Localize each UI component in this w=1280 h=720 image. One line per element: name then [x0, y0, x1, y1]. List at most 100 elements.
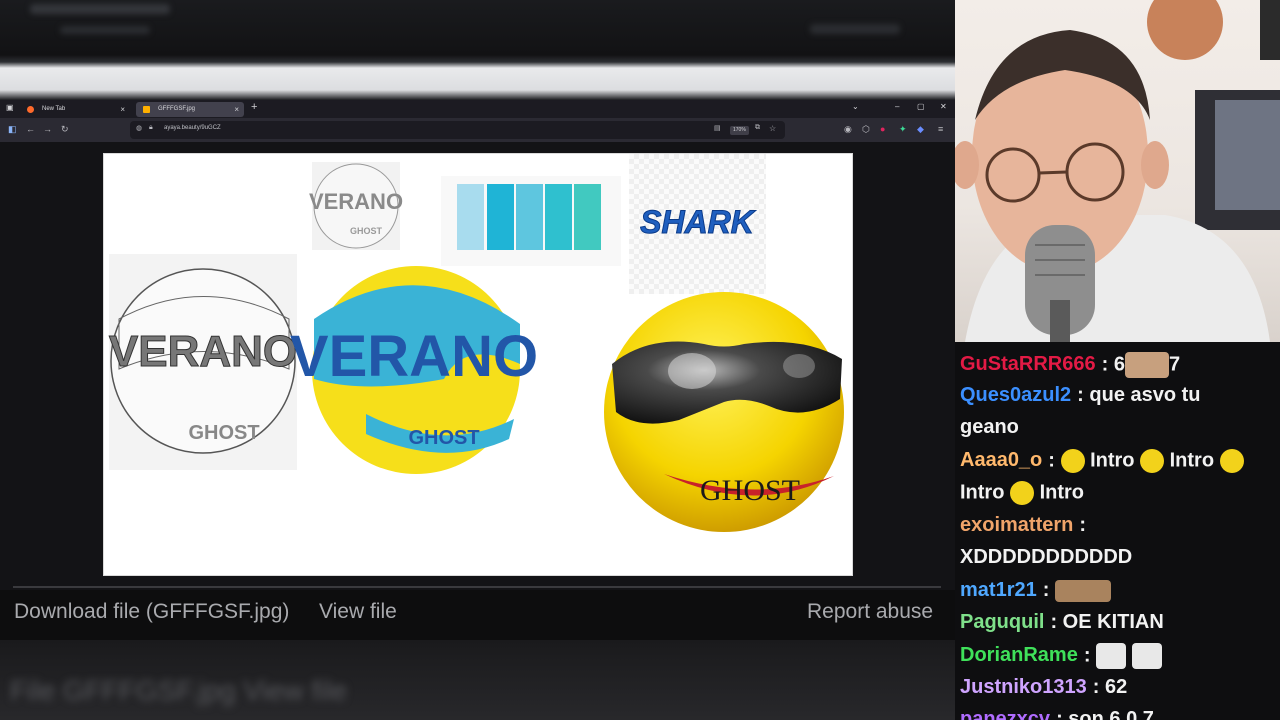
maximize-icon[interactable]: ▢ [917, 102, 925, 111]
stream-chat: GuStaRRR666: 67 Ques0azul2: que asvo tu … [955, 342, 1280, 720]
ball-ghost-text: GHOST [700, 474, 800, 507]
blurred-footer-text: File GFFFGSF.jpg View file [10, 675, 348, 706]
cool-emoji-icon [1140, 449, 1165, 473]
color-palette [441, 176, 621, 266]
tab-bar: ▣ New Tab × GFFFGSF.jpg × + ⌄ – ▢ ✕ [0, 100, 955, 118]
tab-new-tab[interactable]: New Tab × [20, 102, 130, 117]
report-abuse-link[interactable]: Report abuse [807, 600, 933, 624]
cat-emote-icon [1124, 352, 1169, 378]
chat-text: Intro [1169, 449, 1215, 472]
chat-message-continued: Intro Intro [960, 481, 1084, 505]
chat-message-continued: geano [960, 416, 1019, 439]
chat-username[interactable]: mat1r21 [960, 579, 1037, 601]
view-file-link[interactable]: View file [319, 600, 397, 624]
ball-ghost-text: GHOST [408, 427, 479, 449]
sketch-verano-text: VERANO [109, 327, 297, 376]
minimize-icon[interactable]: – [895, 102, 899, 111]
zoom-level[interactable]: 170% [730, 126, 749, 135]
chat-text: Intro [960, 481, 1005, 504]
chat-username[interactable]: exoimattern [960, 514, 1073, 536]
chat-text: OE KITIAN [1062, 611, 1164, 633]
chat-message-continued: XDDDDDDDDDDD [960, 546, 1132, 569]
chevron-down-icon[interactable]: ⌄ [852, 102, 859, 111]
tab-list-icon[interactable]: ▣ [6, 103, 14, 112]
tab-label: New Tab [42, 106, 66, 112]
verano-ball: VERANO GHOST [290, 266, 538, 474]
chat-username[interactable]: Paguquil [960, 611, 1044, 633]
back-icon[interactable]: ← [26, 124, 35, 134]
reload-icon[interactable]: ↻ [61, 124, 69, 135]
displayed-image[interactable]: VERANO GHOST SHARK VERANO GHOST VERANO G… [103, 153, 853, 576]
sketch-verano-text: VERANO [309, 189, 403, 214]
firefox-icon [27, 106, 34, 113]
chat-text: 6 [1113, 353, 1125, 376]
tab-image[interactable]: GFFFGSF.jpg × [136, 102, 244, 117]
new-tab-icon[interactable]: + [251, 101, 257, 113]
recording-icon[interactable]: ● [880, 124, 885, 134]
sketch-ghost-text: GHOST [188, 422, 259, 444]
chat-message: mat1r21: [960, 579, 1111, 602]
account-icon[interactable]: ◉ [844, 124, 852, 135]
streamer-video [955, 0, 1280, 342]
chat-message: Paguquil: OE KITIAN [960, 611, 1164, 633]
chat-message: DorianRame: [960, 643, 1162, 669]
chat-message: Aaaa0_o: Intro Intro [960, 449, 1244, 473]
chat-text: 7 [1168, 353, 1181, 376]
chat-username[interactable]: Ques0azul2 [960, 384, 1071, 406]
meme-emote-icon [1131, 643, 1162, 669]
shark-text: SHARK [640, 204, 757, 240]
address-bar[interactable]: ◍ 🔒︎ ayaya.beauty/9uGCZ ▤ 170% ⧉ ☆ [130, 121, 785, 139]
monkeys-emote-icon [1054, 579, 1111, 602]
blurred-text [810, 24, 900, 34]
chat-text: 62 [1104, 676, 1128, 698]
chat-username[interactable]: DorianRame [960, 644, 1078, 666]
image-icon [143, 106, 150, 113]
chat-username[interactable]: panezxcv [960, 708, 1050, 720]
shield-icon: ◍ [136, 125, 143, 132]
url-text: ayaya.beauty/9uGCZ [164, 125, 221, 131]
extensions-icon[interactable]: ⬡ [862, 124, 870, 135]
cool-emoji-icon [1010, 481, 1034, 505]
small-sketch: VERANO GHOST [309, 162, 403, 250]
page-icon[interactable]: ▤ [714, 124, 721, 132]
screen: ▣ New Tab × GFFFGSF.jpg × + ⌄ – ▢ ✕ ◧ ← … [0, 0, 1280, 720]
extension-icon[interactable]: ✦ [899, 124, 907, 135]
chat-username[interactable]: GuStaRRR666 [960, 353, 1096, 375]
chat-message: exoimattern: [960, 514, 1087, 536]
ball-verano-text: VERANO [290, 324, 538, 389]
chat-username[interactable]: Aaaa0_o [960, 449, 1042, 471]
chat-username[interactable]: Justniko1313 [960, 676, 1087, 698]
blurred-text [60, 26, 150, 34]
close-tab-icon[interactable]: × [234, 102, 239, 117]
sidebar-icon[interactable]: ◧ [8, 124, 17, 135]
window-close-icon[interactable]: ✕ [940, 102, 947, 111]
chat-text: Intro [1090, 449, 1135, 472]
bookmark-star-icon[interactable]: ☆ [769, 124, 776, 133]
translate-icon[interactable]: ⧉ [755, 124, 760, 132]
image-collage: VERANO GHOST SHARK VERANO GHOST VERANO G… [108, 154, 844, 532]
download-file-link[interactable]: Download file (GFFFGSF.jpg) [14, 600, 289, 624]
divider [13, 586, 941, 588]
webcam-feed [955, 0, 1280, 342]
chat-text: Intro [1039, 481, 1084, 504]
chat-message: GuStaRRR666: 67 [960, 352, 1180, 378]
menu-icon[interactable]: ≡ [938, 124, 943, 134]
sketch-ghost-text: GHOST [350, 226, 383, 236]
ghost-sunglasses-ball: GHOST [604, 292, 844, 532]
navigation-bar: ◧ ← → ↻ ◍ 🔒︎ ayaya.beauty/9uGCZ ▤ 170% ⧉… [0, 118, 955, 142]
blurred-text [30, 4, 170, 14]
chat-message: Ques0azul2: que asvo tu [960, 384, 1201, 406]
lock-icon: 🔒︎ [149, 124, 153, 131]
cool-emoji-icon [1060, 449, 1085, 473]
forward-icon[interactable]: → [43, 124, 52, 134]
extension-icon[interactable]: ◆ [917, 124, 924, 135]
pencil-sketch: VERANO GHOST [108, 254, 298, 470]
tab-label: GFFFGSF.jpg [158, 106, 196, 112]
chat-text: que asvo tu [1089, 384, 1201, 406]
shark-logo: SHARK [629, 154, 766, 294]
blurred-footer: File GFFFGSF.jpg View file [0, 640, 955, 720]
close-tab-icon[interactable]: × [120, 102, 125, 117]
chat-text: XDDDDDDDDDDD [960, 546, 1133, 568]
chat-message: Justniko1313: 62 [960, 676, 1128, 698]
blurred-header [0, 0, 955, 100]
